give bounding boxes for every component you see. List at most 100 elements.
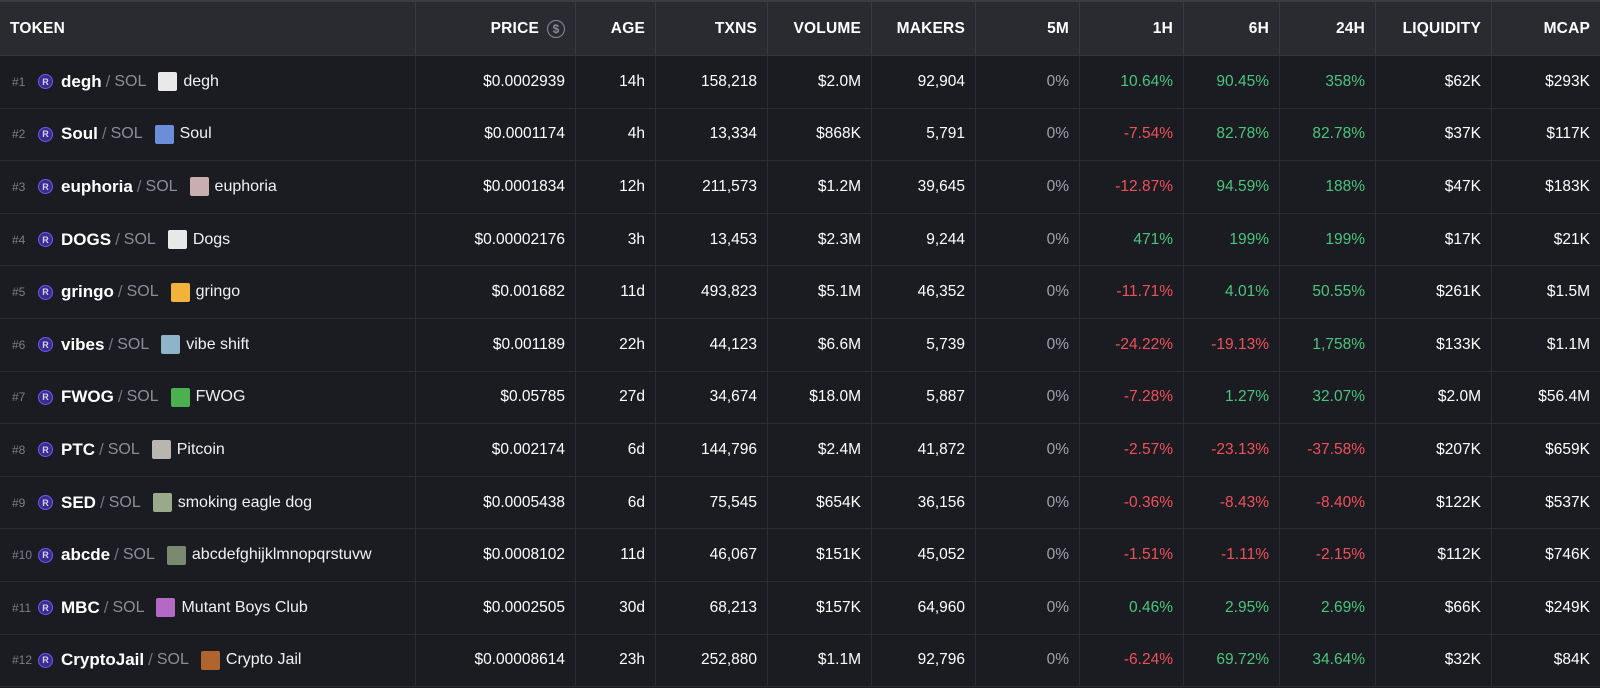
txns-cell: 211,573 xyxy=(656,161,768,213)
table-row[interactable]: #7 R FWOG / SOL FWOG $0.05785 27d 34,674… xyxy=(0,371,1600,425)
rank-label: #6 xyxy=(12,337,26,352)
change-6h-cell: 82.78% xyxy=(1184,108,1280,161)
header-age[interactable]: AGE xyxy=(576,2,656,55)
table-row[interactable]: #12 R CryptoJail / SOL Crypto Jail $0.00… xyxy=(0,634,1600,688)
volume-cell: $2.4M xyxy=(768,424,872,476)
change-24h-cell: 82.78% xyxy=(1280,108,1376,161)
token-symbol: CryptoJail xyxy=(61,650,145,670)
change-24h-cell: 32.07% xyxy=(1280,371,1376,424)
table-row[interactable]: #2 R Soul / SOL Soul $0.0001174 4h 13,33… xyxy=(0,108,1600,162)
header-txns[interactable]: TXNS xyxy=(656,2,768,55)
mcap-cell: $21K xyxy=(1553,230,1590,248)
volume-cell: $2.0M xyxy=(768,56,872,108)
liquidity-cell: $32K xyxy=(1376,634,1492,687)
table-row[interactable]: #10 R abcde / SOL abcdefghijklmnopqrstuv… xyxy=(0,529,1600,582)
change-5m-cell: 0% xyxy=(976,371,1080,424)
price-cell: $0.002174 xyxy=(416,424,576,476)
table-row[interactable]: #8 R PTC / SOL Pitcoin $0.002174 6d 144,… xyxy=(0,424,1600,477)
table-row[interactable]: #5 R gringo / SOL gringo $0.001682 11d 4… xyxy=(0,266,1600,319)
table-body: #1 R degh / SOL degh $0.0002939 14h 158,… xyxy=(0,56,1600,688)
volume-cell: $1.2M xyxy=(768,161,872,213)
table-row[interactable]: #4 R DOGS / SOL Dogs $0.00002176 3h 13,4… xyxy=(0,213,1600,267)
change-24h-cell: -8.40% xyxy=(1280,476,1376,529)
table-header: TOKEN PRICE $ AGE TXNS VOLUME MAKERS 5M … xyxy=(0,0,1600,56)
token-symbol: SED xyxy=(61,492,96,512)
token-symbol: degh xyxy=(61,71,102,91)
quote-symbol: SOL xyxy=(112,598,145,616)
token-table: TOKEN PRICE $ AGE TXNS VOLUME MAKERS 5M … xyxy=(0,0,1600,688)
header-token[interactable]: TOKEN xyxy=(0,2,416,55)
dex-icon: R xyxy=(38,600,53,616)
header-5m[interactable]: 5M xyxy=(976,2,1080,55)
header-1h[interactable]: 1H xyxy=(1080,2,1184,55)
txns-cell: 46,067 xyxy=(656,529,768,581)
price-cell: $0.0002505 xyxy=(416,581,576,634)
header-mcap[interactable]: MCAP xyxy=(1492,2,1600,55)
price-cell: $0.00008614 xyxy=(416,634,576,687)
table-row[interactable]: #9 R SED / SOL smoking eagle dog $0.0005… xyxy=(0,476,1600,530)
header-makers[interactable]: MAKERS xyxy=(872,2,976,55)
token-cell: #2 R Soul / SOL Soul xyxy=(0,108,416,161)
txns-cell: 144,796 xyxy=(656,424,768,476)
pair-separator: / xyxy=(136,176,142,196)
change-1h-cell: 10.64% xyxy=(1080,56,1184,108)
mcap-cell: $56.4M xyxy=(1538,388,1590,406)
rank-label: #8 xyxy=(12,442,26,457)
txns-cell: 13,334 xyxy=(656,108,768,161)
change-6h-cell: 1.27% xyxy=(1184,371,1280,424)
dollar-circle-icon[interactable]: $ xyxy=(547,19,565,38)
header-price[interactable]: PRICE $ xyxy=(416,2,576,55)
pair-separator: / xyxy=(108,334,114,354)
table-row[interactable]: #1 R degh / SOL degh $0.0002939 14h 158,… xyxy=(0,56,1600,109)
header-volume[interactable]: VOLUME xyxy=(768,2,872,55)
token-symbol: euphoria xyxy=(61,176,133,196)
rank-label: #3 xyxy=(12,179,26,194)
token-avatar-icon xyxy=(152,493,172,513)
pair-separator: / xyxy=(105,71,111,91)
header-liquidity[interactable]: LIQUIDITY xyxy=(1376,2,1492,55)
pair-separator: / xyxy=(101,124,107,144)
token-name: Dogs xyxy=(192,230,231,248)
token-symbol: FWOG xyxy=(61,387,114,407)
price-cell: $0.05785 xyxy=(416,371,576,424)
change-24h-cell: 358% xyxy=(1280,56,1376,108)
token-avatar-icon xyxy=(156,598,176,618)
pair-separator: / xyxy=(114,545,119,565)
token-name: FWOG xyxy=(195,388,246,406)
rank-label: #1 xyxy=(12,74,26,89)
mcap-cell: $249K xyxy=(1545,598,1590,616)
change-1h-cell: -7.28% xyxy=(1080,371,1184,424)
volume-cell: $18.0M xyxy=(768,371,872,424)
change-6h-cell: -1.11% xyxy=(1184,529,1280,581)
header-6h[interactable]: 6H xyxy=(1184,2,1280,55)
table-row[interactable]: #11 R MBC / SOL Mutant Boys Club $0.0002… xyxy=(0,581,1600,635)
mcap-cell: $117K xyxy=(1546,125,1590,143)
change-1h-cell: -12.87% xyxy=(1080,161,1184,213)
liquidity-cell: $2.0M xyxy=(1376,371,1492,424)
change-24h-cell: 34.64% xyxy=(1280,634,1376,687)
rank-label: #7 xyxy=(12,390,26,405)
change-6h-cell: 90.45% xyxy=(1184,56,1280,108)
rank-label: #11 xyxy=(12,600,32,615)
volume-cell: $6.6M xyxy=(768,318,872,371)
token-avatar-icon xyxy=(161,335,181,355)
price-cell: $0.00002176 xyxy=(416,213,576,266)
mcap-cell: $1.5M xyxy=(1546,283,1590,301)
dex-icon: R xyxy=(38,74,53,90)
token-name: smoking eagle dog xyxy=(177,493,313,511)
liquidity-cell: $17K xyxy=(1376,213,1492,266)
price-cell: $0.001682 xyxy=(416,266,576,318)
volume-cell: $1.1M xyxy=(768,634,872,687)
dex-icon: R xyxy=(38,337,53,353)
table-row[interactable]: #6 R vibes / SOL vibe shift $0.001189 22… xyxy=(0,318,1600,372)
makers-cell: 39,645 xyxy=(872,161,976,213)
table-row[interactable]: #3 R euphoria / SOL euphoria $0.0001834 … xyxy=(0,161,1600,214)
change-24h-cell: 199% xyxy=(1280,213,1376,266)
change-24h-cell: 188% xyxy=(1280,161,1376,213)
dex-icon: R xyxy=(38,652,53,668)
pair-separator: / xyxy=(99,492,105,512)
header-24h[interactable]: 24H xyxy=(1280,2,1376,55)
mcap-cell: $183K xyxy=(1545,177,1590,195)
quote-symbol: SOL xyxy=(107,440,140,458)
txns-cell: 252,880 xyxy=(656,634,768,687)
